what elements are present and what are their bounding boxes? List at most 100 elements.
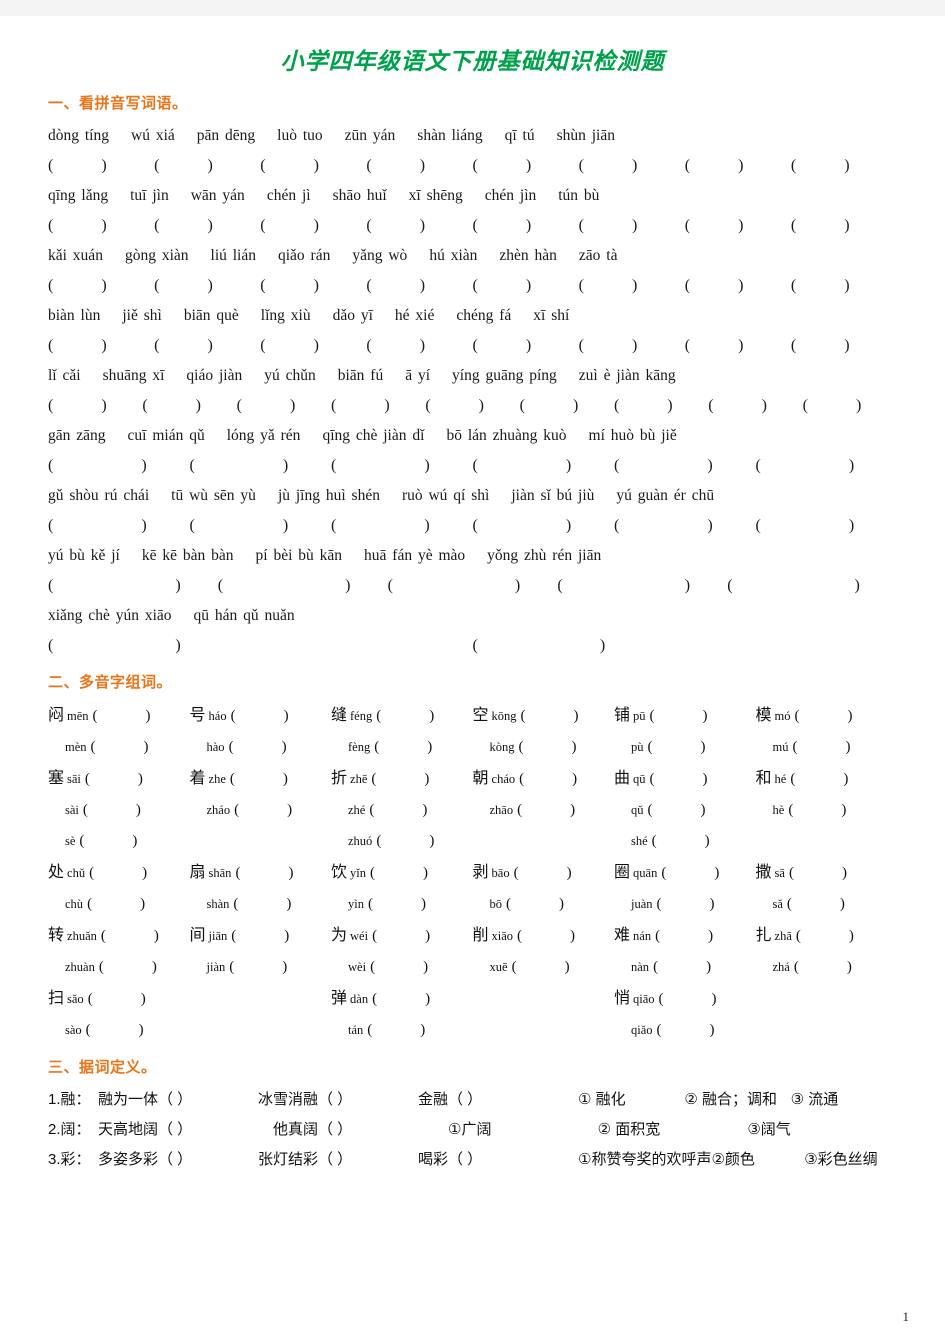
- answer-blank[interactable]: (): [685, 151, 791, 181]
- answer-blank[interactable]: (): [366, 271, 472, 301]
- answer-blank[interactable]: (): [727, 571, 897, 601]
- answer-blank[interactable]: (): [154, 271, 260, 301]
- polyphone-answer-blank[interactable]: (): [368, 889, 426, 920]
- answer-blank[interactable]: (): [237, 391, 331, 421]
- polyphone-answer-blank[interactable]: (): [661, 858, 719, 889]
- answer-blank[interactable]: (): [260, 271, 366, 301]
- answer-blank[interactable]: (): [473, 271, 579, 301]
- answer-blank[interactable]: (): [154, 151, 260, 181]
- polyphone-answer-blank[interactable]: (): [86, 1015, 144, 1046]
- polyphone-answer-blank[interactable]: (): [790, 764, 848, 795]
- answer-blank[interactable]: (): [331, 451, 473, 481]
- polyphone-answer-blank[interactable]: (): [87, 889, 145, 920]
- answer-blank[interactable]: (): [473, 151, 579, 181]
- answer-blank[interactable]: (): [473, 331, 579, 361]
- polyphone-answer-blank[interactable]: (): [231, 701, 289, 732]
- answer-blank[interactable]: (): [48, 151, 154, 181]
- polyphone-answer-blank[interactable]: (): [657, 1015, 715, 1046]
- definition-item[interactable]: 金融（ ）: [418, 1085, 578, 1115]
- answer-blank[interactable]: (): [685, 331, 791, 361]
- answer-blank[interactable]: (): [614, 511, 756, 541]
- answer-blank[interactable]: (): [331, 511, 473, 541]
- polyphone-answer-blank[interactable]: (): [235, 858, 293, 889]
- answer-blank[interactable]: (): [791, 151, 897, 181]
- polyphone-answer-blank[interactable]: (): [89, 858, 147, 889]
- definition-item[interactable]: 喝彩（ ）: [418, 1145, 578, 1175]
- polyphone-answer-blank[interactable]: (): [370, 858, 428, 889]
- polyphone-answer-blank[interactable]: (): [93, 701, 151, 732]
- polyphone-answer-blank[interactable]: (): [372, 984, 430, 1015]
- polyphone-answer-blank[interactable]: (): [789, 858, 847, 889]
- polyphone-answer-blank[interactable]: (): [369, 795, 427, 826]
- polyphone-answer-blank[interactable]: (): [659, 984, 717, 1015]
- polyphone-answer-blank[interactable]: (): [91, 732, 149, 763]
- answer-blank[interactable]: (): [791, 271, 897, 301]
- answer-blank[interactable]: (): [190, 511, 332, 541]
- answer-blank[interactable]: (): [154, 211, 260, 241]
- polyphone-answer-blank[interactable]: (): [233, 889, 291, 920]
- answer-blank[interactable]: (): [48, 631, 473, 661]
- polyphone-answer-blank[interactable]: (): [792, 732, 850, 763]
- answer-blank[interactable]: (): [685, 271, 791, 301]
- definition-item[interactable]: 天高地阔（ ）: [98, 1115, 273, 1145]
- polyphone-answer-blank[interactable]: (): [231, 921, 289, 952]
- answer-blank[interactable]: (): [579, 211, 685, 241]
- polyphone-answer-blank[interactable]: (): [234, 795, 292, 826]
- answer-blank[interactable]: (): [48, 511, 190, 541]
- answer-blank[interactable]: (): [579, 151, 685, 181]
- polyphone-answer-blank[interactable]: (): [787, 889, 845, 920]
- answer-blank[interactable]: (): [579, 271, 685, 301]
- answer-blank[interactable]: (): [473, 451, 615, 481]
- answer-blank[interactable]: (): [218, 571, 388, 601]
- answer-blank[interactable]: (): [260, 151, 366, 181]
- polyphone-answer-blank[interactable]: (): [796, 921, 854, 952]
- answer-blank[interactable]: (): [388, 571, 558, 601]
- answer-blank[interactable]: (): [803, 391, 897, 421]
- polyphone-answer-blank[interactable]: (): [83, 795, 141, 826]
- answer-blank[interactable]: (): [260, 211, 366, 241]
- answer-blank[interactable]: (): [614, 391, 708, 421]
- polyphone-answer-blank[interactable]: (): [519, 732, 577, 763]
- polyphone-answer-blank[interactable]: (): [229, 952, 287, 983]
- polyphone-answer-blank[interactable]: (): [657, 889, 715, 920]
- answer-blank[interactable]: (): [473, 511, 615, 541]
- polyphone-answer-blank[interactable]: (): [519, 764, 577, 795]
- answer-blank[interactable]: (): [425, 391, 519, 421]
- answer-blank[interactable]: (): [791, 211, 897, 241]
- polyphone-answer-blank[interactable]: (): [88, 984, 146, 1015]
- answer-blank[interactable]: (): [48, 451, 190, 481]
- answer-blank[interactable]: (): [331, 391, 425, 421]
- definition-item[interactable]: 他真阔（ ）: [273, 1115, 448, 1145]
- answer-blank[interactable]: (): [473, 631, 898, 661]
- answer-blank[interactable]: (): [520, 391, 614, 421]
- answer-blank[interactable]: (): [260, 331, 366, 361]
- polyphone-answer-blank[interactable]: (): [99, 952, 157, 983]
- answer-blank[interactable]: (): [48, 331, 154, 361]
- polyphone-answer-blank[interactable]: (): [512, 952, 570, 983]
- answer-blank[interactable]: (): [366, 211, 472, 241]
- polyphone-answer-blank[interactable]: (): [230, 764, 288, 795]
- polyphone-answer-blank[interactable]: (): [521, 701, 579, 732]
- answer-blank[interactable]: (): [366, 151, 472, 181]
- polyphone-answer-blank[interactable]: (): [652, 826, 710, 857]
- answer-blank[interactable]: (): [756, 451, 898, 481]
- answer-blank[interactable]: (): [154, 331, 260, 361]
- answer-blank[interactable]: (): [48, 271, 154, 301]
- polyphone-answer-blank[interactable]: (): [374, 732, 432, 763]
- polyphone-answer-blank[interactable]: (): [650, 701, 708, 732]
- answer-blank[interactable]: (): [48, 211, 154, 241]
- answer-blank[interactable]: (): [579, 331, 685, 361]
- polyphone-answer-blank[interactable]: (): [648, 732, 706, 763]
- answer-blank[interactable]: (): [48, 391, 142, 421]
- definition-item[interactable]: 冰雪消融（ ）: [258, 1085, 418, 1115]
- answer-blank[interactable]: (): [685, 211, 791, 241]
- polyphone-answer-blank[interactable]: (): [655, 921, 713, 952]
- answer-blank[interactable]: (): [791, 331, 897, 361]
- definition-item[interactable]: 张灯结彩（ ）: [258, 1145, 418, 1175]
- polyphone-answer-blank[interactable]: (): [371, 764, 429, 795]
- answer-blank[interactable]: (): [557, 571, 727, 601]
- polyphone-answer-blank[interactable]: (): [376, 701, 434, 732]
- polyphone-answer-blank[interactable]: (): [517, 921, 575, 952]
- definition-item[interactable]: 融为一体（ ）: [98, 1085, 258, 1115]
- answer-blank[interactable]: (): [756, 511, 898, 541]
